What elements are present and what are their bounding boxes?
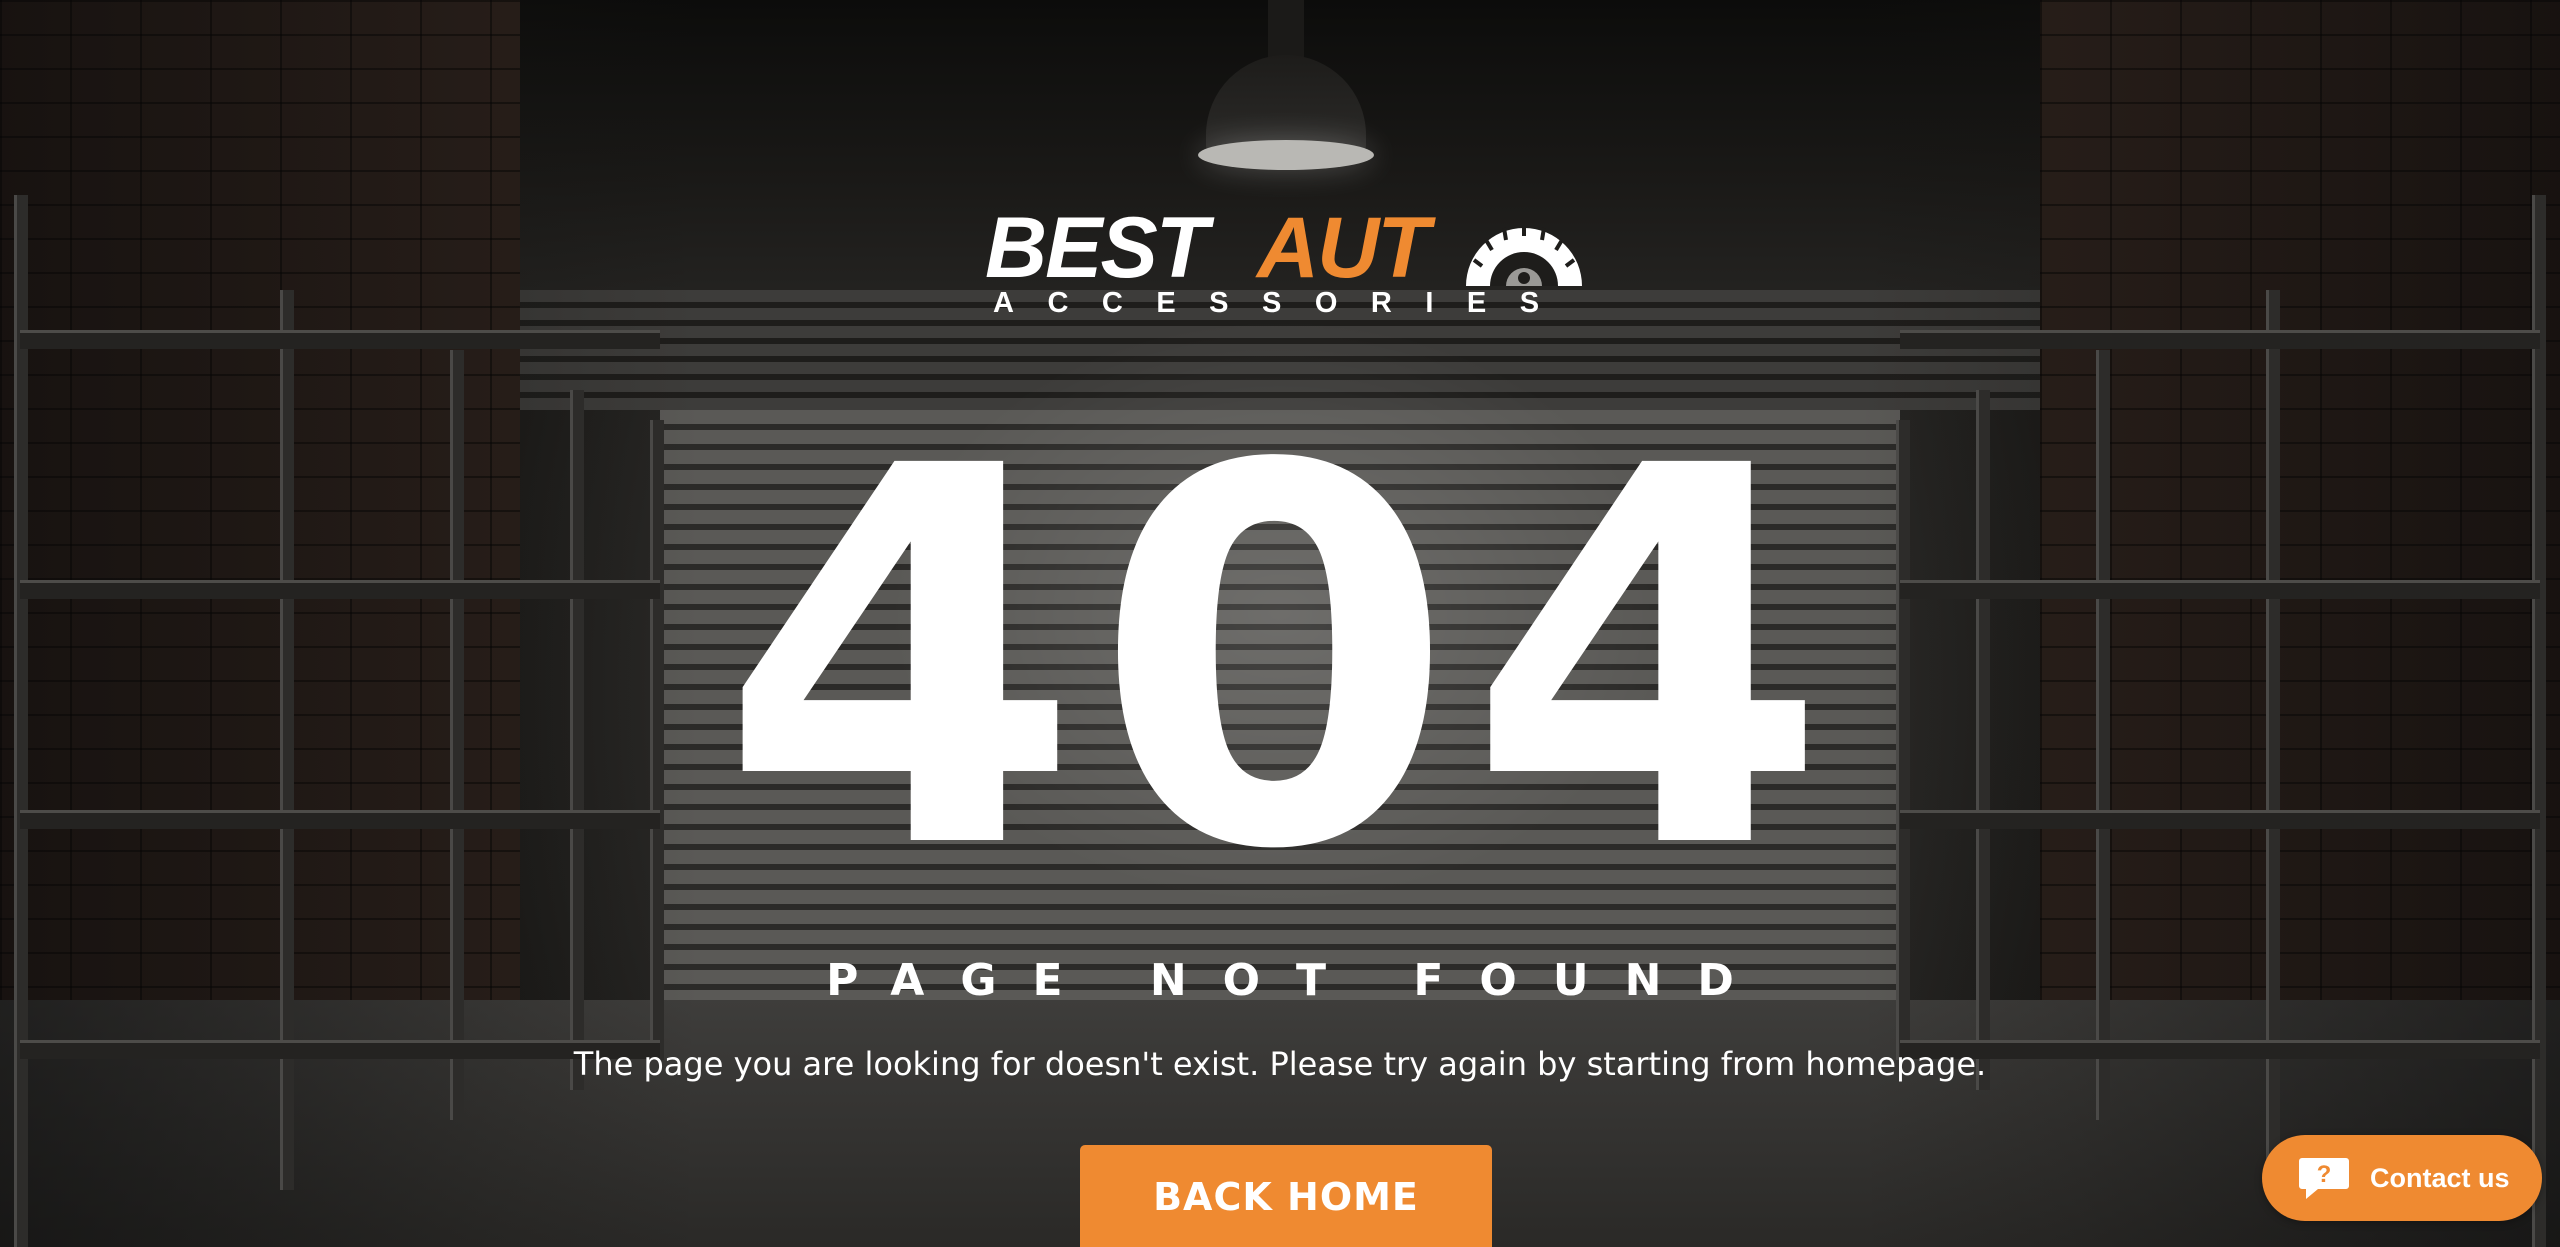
error-code: 404 (719, 357, 1841, 963)
back-home-button[interactable]: BACK HOME (1080, 1145, 1492, 1247)
contact-us-label: Contact us (2370, 1162, 2510, 1193)
brand-logo[interactable]: BEST AUT ACCESSORIES (985, 205, 1585, 320)
tire-icon (1466, 224, 1582, 286)
error-message: The page you are looking for doesn't exi… (573, 1045, 1987, 1083)
logo-wordmark-auto: AUT (1257, 200, 1430, 296)
contact-us-button[interactable]: ? Contact us (2262, 1135, 2542, 1221)
logo-tagline: ACCESSORIES (993, 287, 1573, 319)
svg-text:?: ? (2317, 1161, 2332, 1188)
error-page: BEST AUT ACCESSORIES 404 PAGE NOT FOUND … (0, 0, 2560, 1247)
logo-wordmark-best: BEST (985, 200, 1208, 296)
question-speech-bubble-icon: ? (2299, 1158, 2349, 1199)
error-title: PAGE NOT FOUND (826, 955, 1770, 1006)
